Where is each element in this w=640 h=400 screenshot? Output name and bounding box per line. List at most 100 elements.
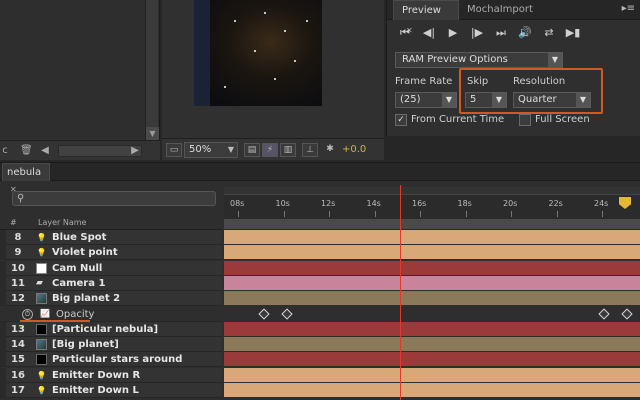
layer-search-input[interactable]: ⚲ xyxy=(12,191,216,206)
layer-row[interactable]: 11 ▰ Camera 1 xyxy=(0,275,640,291)
zoom-select[interactable]: 50% ▼ xyxy=(184,142,238,158)
star xyxy=(234,20,236,22)
keyframe-icon[interactable] xyxy=(621,307,633,320)
layer-row-left[interactable]: 10 Cam Null xyxy=(0,260,222,276)
layer-row-left[interactable]: 16 💡 Emitter Down R xyxy=(0,367,222,383)
layer-row[interactable]: 10 Cam Null xyxy=(0,260,640,276)
layer-name[interactable]: Emitter Down R xyxy=(52,368,140,383)
keyframe-icon[interactable] xyxy=(281,307,293,320)
channel-icon[interactable]: ▥ xyxy=(280,143,296,157)
layer-row-left[interactable]: 17 💡 Emitter Down L xyxy=(0,383,222,398)
layer-header: # Layer Name xyxy=(0,216,222,230)
audio-icon[interactable]: 🔊 xyxy=(515,24,535,42)
work-area-bar[interactable] xyxy=(224,219,640,229)
stopwatch-icon[interactable]: ⏱ xyxy=(22,308,33,320)
ram-preview-icon[interactable]: ▶▮ xyxy=(563,24,583,42)
layer-duration-bar[interactable] xyxy=(224,260,640,275)
from-current-time-checkbox[interactable]: ✓ xyxy=(395,114,407,126)
layer-row-left[interactable]: 9 💡 Violet point xyxy=(0,245,222,261)
loop-icon[interactable]: ⇄ xyxy=(539,24,559,42)
project-toolbar: c 🗑 ◀ ▶ xyxy=(0,140,160,160)
previous-frame-icon[interactable]: ◀| xyxy=(419,24,439,42)
tab-nebula[interactable]: nebula ✕ xyxy=(2,163,50,194)
ruler-tick xyxy=(329,211,330,217)
layer-row[interactable]: 14 [Big planet] xyxy=(0,337,640,353)
viewer-toolbar: ▭ 50% ▼ ▤ ⚡ ▥ ⊥ ✱ +0.0 xyxy=(162,138,384,160)
project-vertical-scrollbar[interactable]: ▼ xyxy=(145,0,159,140)
ruler-tick xyxy=(556,211,558,217)
layer-row-left[interactable]: 11 ▰ Camera 1 xyxy=(0,275,222,291)
layer-duration-bar[interactable] xyxy=(224,306,640,321)
full-screen-checkbox[interactable] xyxy=(519,114,531,126)
scroll-down-icon[interactable]: ▼ xyxy=(146,127,159,140)
layer-row[interactable]: 16 💡 Emitter Down R xyxy=(0,367,640,383)
layer-name[interactable]: [Big planet] xyxy=(52,337,119,352)
header-layer-name[interactable]: Layer Name xyxy=(38,216,86,230)
layer-row-left[interactable]: 📈 Opacity ⏱ xyxy=(0,306,222,322)
flowchart-icon[interactable]: ⊥ xyxy=(302,143,318,157)
tab-mochaimport[interactable]: MochaImport xyxy=(459,0,539,20)
layer-row[interactable]: 12 Big planet 2 xyxy=(0,291,640,307)
keyframe-icon[interactable] xyxy=(598,307,610,320)
light-icon: 💡 xyxy=(36,370,47,380)
time-ruler[interactable]: 08s 10s 12s 14s 16s 18s 20s 22s 24s xyxy=(224,187,640,230)
layer-name[interactable]: Big planet 2 xyxy=(52,291,120,306)
layer-row[interactable]: 8 💡 Blue Spot xyxy=(0,230,640,245)
layer-row-left[interactable]: 12 Big planet 2 xyxy=(0,291,222,307)
layer-name[interactable]: [Particular nebula] xyxy=(52,322,158,337)
composition-canvas[interactable] xyxy=(194,0,322,106)
ram-preview-options-value: RAM Preview Options xyxy=(402,54,508,65)
layer-row-left[interactable]: 13 [Particular nebula] xyxy=(0,321,222,337)
trash-icon[interactable]: 🗑 xyxy=(20,144,33,158)
layer-duration-bar[interactable] xyxy=(224,230,640,244)
zoom-value: 50% xyxy=(189,144,212,155)
panel-menu-icon[interactable]: ▸≡ xyxy=(622,3,635,14)
layer-row-left[interactable]: 8 💡 Blue Spot xyxy=(0,230,222,245)
layer-duration-bar[interactable] xyxy=(224,275,640,290)
scroll-left-icon[interactable]: ◀ xyxy=(38,144,52,158)
last-frame-icon[interactable]: ⏭ xyxy=(491,24,511,42)
layer-name[interactable]: Camera 1 xyxy=(52,276,105,291)
scroll-right-icon[interactable]: ▶ xyxy=(128,144,142,158)
layer-row[interactable]: 15 Particular stars around xyxy=(0,352,640,368)
keyframe-icon[interactable] xyxy=(258,307,270,320)
tab-preview[interactable]: Preview ✕ xyxy=(393,0,459,35)
layer-duration-bar[interactable] xyxy=(224,291,640,306)
partial-icon[interactable]: c xyxy=(0,144,10,158)
skip-select[interactable]: 5 ▼ xyxy=(465,92,507,108)
ruler-tick-label: 10s xyxy=(275,199,290,208)
frame-rate-select[interactable]: (25) ▼ xyxy=(395,92,457,108)
resolution-value: Quarter xyxy=(518,94,557,105)
exposure-icon[interactable]: ✱ xyxy=(322,143,338,157)
layer-row[interactable]: 13 [Particular nebula] xyxy=(0,321,640,337)
layer-duration-bar[interactable] xyxy=(224,367,640,382)
first-frame-icon[interactable]: ⏮ xyxy=(395,24,415,42)
resolution-select[interactable]: Quarter ▼ xyxy=(513,92,591,108)
project-list[interactable] xyxy=(0,0,144,140)
next-frame-icon[interactable]: |▶ xyxy=(467,24,487,42)
layer-name[interactable]: Violet point xyxy=(52,245,118,260)
chevron-down-icon: ▼ xyxy=(548,53,562,67)
layer-duration-bar[interactable] xyxy=(224,383,640,397)
play-icon[interactable]: ▶ xyxy=(443,24,463,42)
layer-name[interactable]: Blue Spot xyxy=(52,230,106,245)
layer-row[interactable]: 9 💡 Violet point xyxy=(0,245,640,261)
exposure-value[interactable]: +0.0 xyxy=(342,143,366,157)
layer-rows: 8 💡 Blue Spot 9 💡 Violet point 10 Cam Null 11 ▰ Ca… xyxy=(0,230,640,400)
layer-number: 15 xyxy=(11,354,25,366)
layer-name[interactable]: Cam Null xyxy=(52,261,102,276)
layer-row-left[interactable]: 14 [Big planet] xyxy=(0,337,222,353)
layer-row[interactable]: 17 💡 Emitter Down L xyxy=(0,383,640,398)
layer-duration-bar[interactable] xyxy=(224,245,640,260)
region-icon[interactable]: ▭ xyxy=(166,143,182,157)
layer-duration-bar[interactable] xyxy=(224,337,640,352)
fit-icon[interactable]: ▤ xyxy=(244,143,260,157)
layer-row[interactable]: 📈 Opacity ⏱ xyxy=(0,306,640,322)
ram-preview-options-select[interactable]: RAM Preview Options ▼ xyxy=(395,52,563,68)
layer-duration-bar[interactable] xyxy=(224,352,640,367)
snapshot-icon[interactable]: ⚡ xyxy=(262,143,278,157)
layer-name[interactable]: Particular stars around xyxy=(52,352,182,367)
layer-duration-bar[interactable] xyxy=(224,321,640,336)
layer-name[interactable]: Emitter Down L xyxy=(52,383,139,398)
layer-row-left[interactable]: 15 Particular stars around xyxy=(0,352,222,368)
